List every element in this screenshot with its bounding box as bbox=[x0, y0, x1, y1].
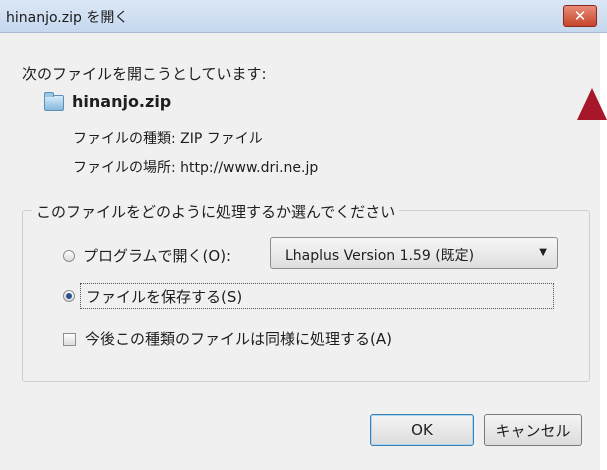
close-button[interactable]: ✕ bbox=[563, 5, 597, 27]
cancel-button[interactable]: キャンセル bbox=[484, 414, 582, 446]
title-bar: hinanjo.zip を開く ✕ bbox=[0, 0, 607, 33]
file-name: hinanjo.zip bbox=[72, 92, 172, 111]
window-title: hinanjo.zip を開く bbox=[6, 10, 129, 26]
chevron-down-icon: ▼ bbox=[539, 247, 547, 258]
file-location-info: ファイルの場所: http://www.dri.ne.jp bbox=[73, 160, 319, 176]
red-arrow-icon bbox=[577, 88, 607, 120]
remember-checkbox[interactable] bbox=[63, 333, 76, 346]
action-group-title: このファイルをどのように処理するか選んでください bbox=[32, 201, 400, 222]
ok-button[interactable]: OK bbox=[370, 414, 474, 446]
save-file-label[interactable]: ファイルを保存する(S) bbox=[86, 286, 242, 307]
folder-icon bbox=[44, 92, 64, 111]
save-file-radio[interactable] bbox=[63, 290, 75, 302]
open-with-radio[interactable] bbox=[63, 250, 75, 262]
application-select[interactable]: Lhaplus Version 1.59 (既定) ▼ bbox=[270, 237, 558, 269]
remember-checkbox-label[interactable]: 今後この種類のファイルは同様に処理する(A) bbox=[85, 328, 392, 349]
dialog-heading: 次のファイルを開こうとしています: bbox=[22, 65, 267, 83]
open-with-label[interactable]: プログラムで開く(O): bbox=[83, 245, 231, 266]
close-icon: ✕ bbox=[573, 7, 587, 25]
application-select-value: Lhaplus Version 1.59 (既定) bbox=[285, 248, 475, 264]
file-type-info: ファイルの種類: ZIP ファイル bbox=[73, 131, 263, 147]
